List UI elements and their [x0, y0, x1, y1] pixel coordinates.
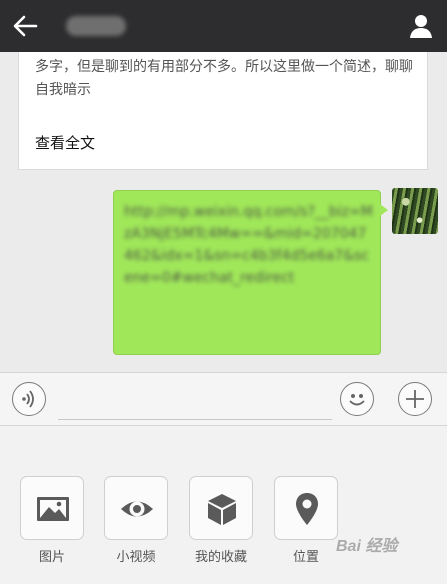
watermark: Bai 经验 — [336, 538, 398, 555]
box-icon — [208, 494, 236, 525]
voice-icon — [22, 390, 34, 408]
bubble-tail — [380, 204, 388, 216]
article-card[interactable]: 多字，但是聊到的有用部分不多。所以这里做一个简述，聊聊自我暗示 查看全文 — [18, 52, 428, 170]
outgoing-message-text: http://mp.weixin.qq.com/s?__biz=MzA3NjE5… — [124, 204, 373, 286]
short-video-label: 小视频 — [116, 550, 156, 565]
chat-area[interactable]: 多字，但是聊到的有用部分不多。所以这里做一个简述，聊聊自我暗示 查看全文 htt… — [0, 52, 447, 372]
emoji-icon — [349, 394, 365, 406]
emoji-button[interactable] — [340, 382, 374, 416]
location-pin-icon — [296, 493, 318, 525]
avatar[interactable] — [392, 188, 438, 234]
input-bar — [0, 372, 447, 426]
favorites-label: 我的收藏 — [194, 550, 247, 565]
picture-icon — [37, 497, 69, 521]
contact-info-button[interactable] — [407, 12, 435, 40]
picture-button[interactable] — [20, 476, 84, 540]
article-excerpt: 多字，但是聊到的有用部分不多。所以这里做一个简述，聊聊自我暗示 — [35, 59, 413, 98]
read-full-text-link[interactable]: 查看全文 — [35, 132, 95, 153]
person-icon — [410, 15, 432, 38]
arrow-left-icon — [13, 15, 38, 37]
outgoing-message-bubble[interactable]: http://mp.weixin.qq.com/s?__biz=MzA3NjE5… — [113, 190, 381, 355]
more-button[interactable] — [398, 382, 432, 416]
plus-icon — [406, 390, 424, 408]
eye-icon — [121, 501, 153, 517]
chat-title-redacted — [66, 16, 126, 36]
favorites-button[interactable] — [189, 476, 253, 540]
location-button[interactable] — [274, 476, 338, 540]
picture-label: 图片 — [38, 550, 65, 565]
top-navigation-bar — [0, 0, 447, 52]
short-video-button[interactable] — [104, 476, 168, 540]
back-button[interactable] — [10, 12, 40, 40]
attachment-panel: 图片 小视频 我的收藏 位置 — [0, 426, 447, 584]
voice-button[interactable] — [12, 382, 46, 416]
message-input[interactable] — [58, 381, 332, 420]
